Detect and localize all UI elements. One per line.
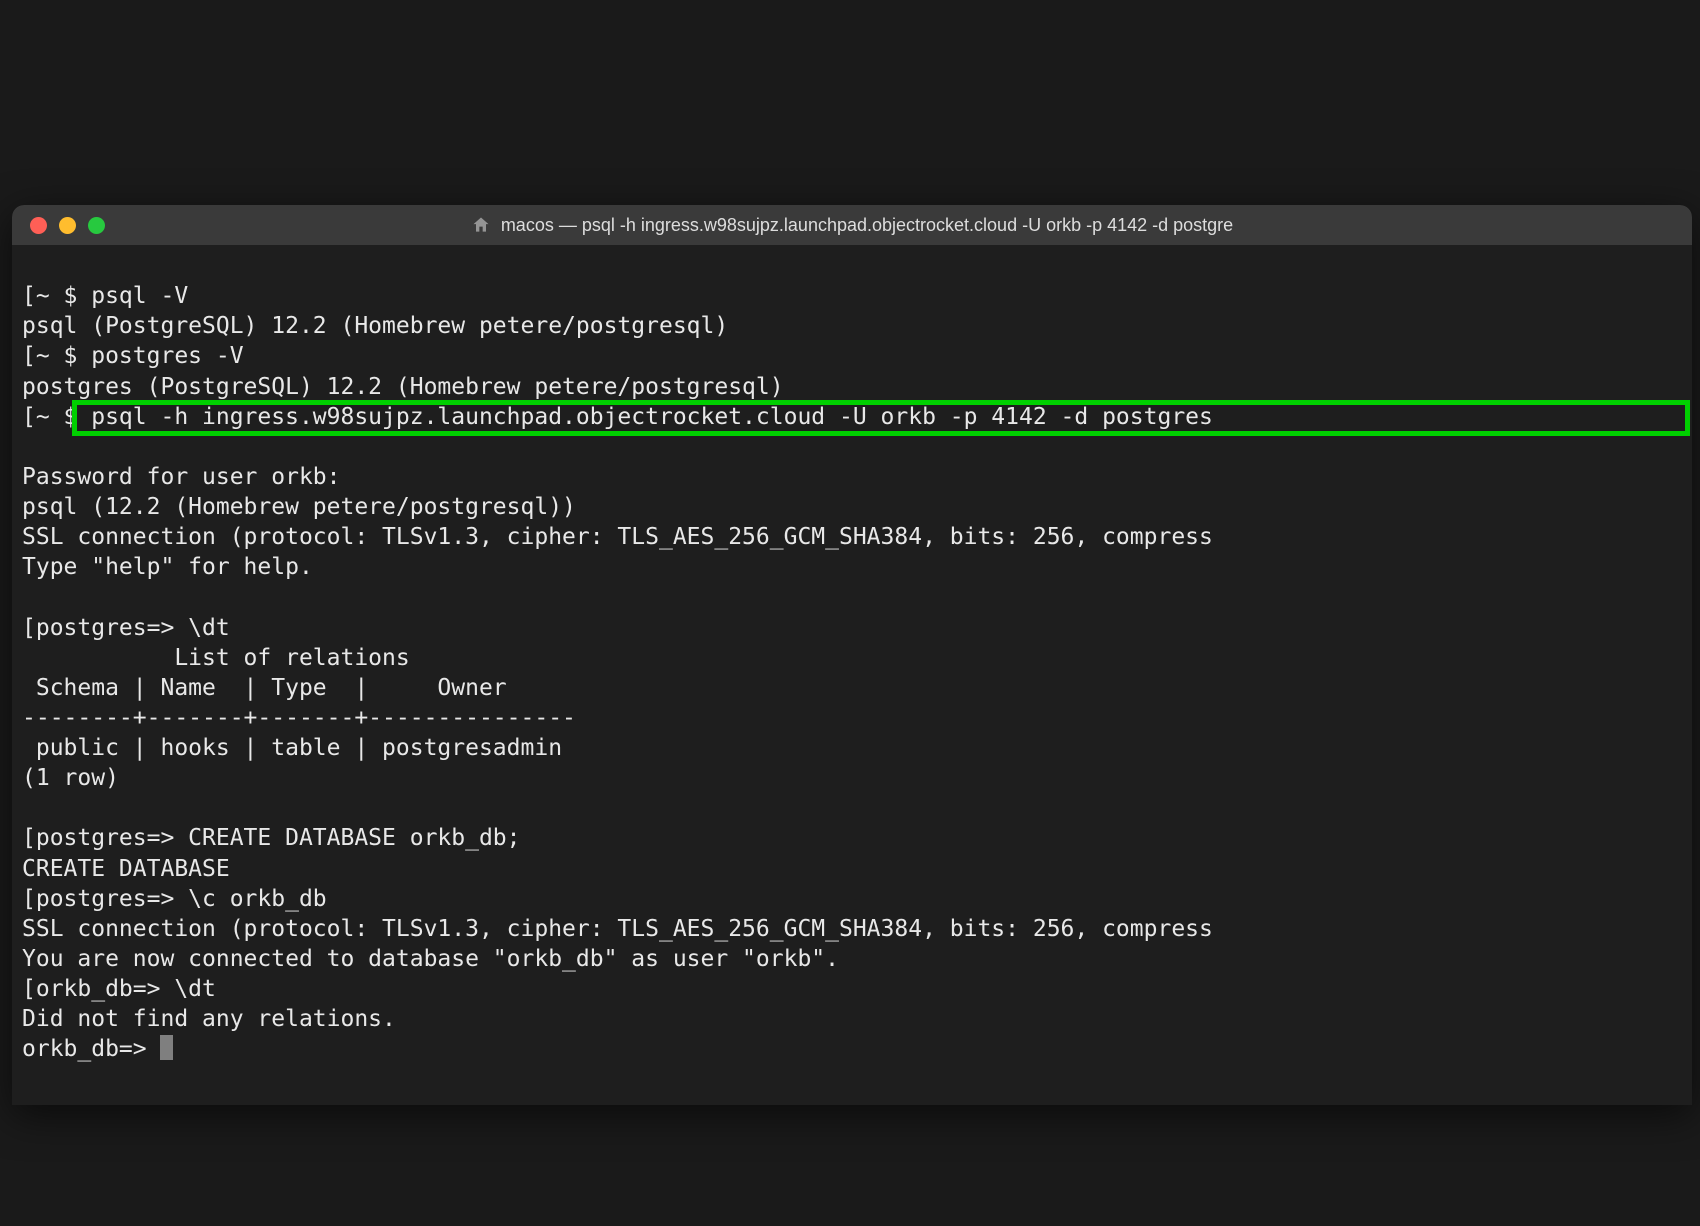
terminal-line: SSL connection (protocol: TLSv1.3, ciphe… — [12, 916, 1213, 942]
current-prompt-line[interactable]: orkb_db=> — [12, 1036, 173, 1062]
terminal-line: SSL connection (protocol: TLSv1.3, ciphe… — [12, 524, 1213, 550]
terminal-body[interactable]: [~ $ psql -V psql (PostgreSQL) 12.2 (Hom… — [12, 245, 1692, 1095]
terminal-line — [12, 584, 22, 610]
title-bar: macos — psql -h ingress.w98sujpz.launchp… — [12, 205, 1692, 245]
terminal-line: psql (PostgreSQL) 12.2 (Homebrew petere/… — [12, 313, 728, 339]
cursor — [160, 1035, 173, 1060]
highlighted-command-line: [~ $ psql -h ingress.w98sujpz.launchpad.… — [12, 402, 1692, 432]
terminal-line: You are now connected to database "orkb_… — [12, 946, 839, 972]
terminal-line: [postgres=> \dt — [12, 615, 230, 641]
terminal-window: macos — psql -h ingress.w98sujpz.launchp… — [12, 205, 1692, 1105]
minimize-button[interactable] — [59, 217, 76, 234]
terminal-line: psql (12.2 (Homebrew petere/postgresql)) — [12, 494, 576, 520]
terminal-line: Schema | Name | Type | Owner — [12, 675, 507, 701]
terminal-line: Did not find any relations. — [12, 1006, 396, 1032]
terminal-line: orkb_db=> — [22, 1036, 160, 1062]
terminal-line: [~ $ psql -V — [12, 283, 188, 309]
window-controls — [30, 217, 105, 234]
maximize-button[interactable] — [88, 217, 105, 234]
terminal-line: Password for user orkb: — [12, 464, 341, 490]
terminal-line: List of relations — [12, 645, 410, 671]
terminal-line: [~ $ postgres -V — [12, 343, 244, 369]
terminal-line: Type "help" for help. — [12, 554, 313, 580]
close-button[interactable] — [30, 217, 47, 234]
terminal-line: public | hooks | table | postgresadmin — [12, 735, 562, 761]
terminal-line: (1 row) — [12, 765, 119, 791]
terminal-line: postgres (PostgreSQL) 12.2 (Homebrew pet… — [12, 374, 784, 400]
home-icon — [471, 215, 491, 235]
title-wrap: macos — psql -h ingress.w98sujpz.launchp… — [12, 215, 1692, 236]
terminal-line: --------+-------+-------+--------------- — [12, 705, 576, 731]
window-title: macos — psql -h ingress.w98sujpz.launchp… — [501, 215, 1233, 236]
terminal-line: [orkb_db=> \dt — [12, 976, 216, 1002]
terminal-line: CREATE DATABASE — [12, 856, 230, 882]
terminal-line: [~ $ psql -h ingress.w98sujpz.launchpad.… — [22, 404, 1213, 430]
terminal-line — [12, 795, 22, 821]
terminal-line: [postgres=> CREATE DATABASE orkb_db; — [12, 825, 521, 851]
terminal-line: [postgres=> \c orkb_db — [12, 886, 327, 912]
